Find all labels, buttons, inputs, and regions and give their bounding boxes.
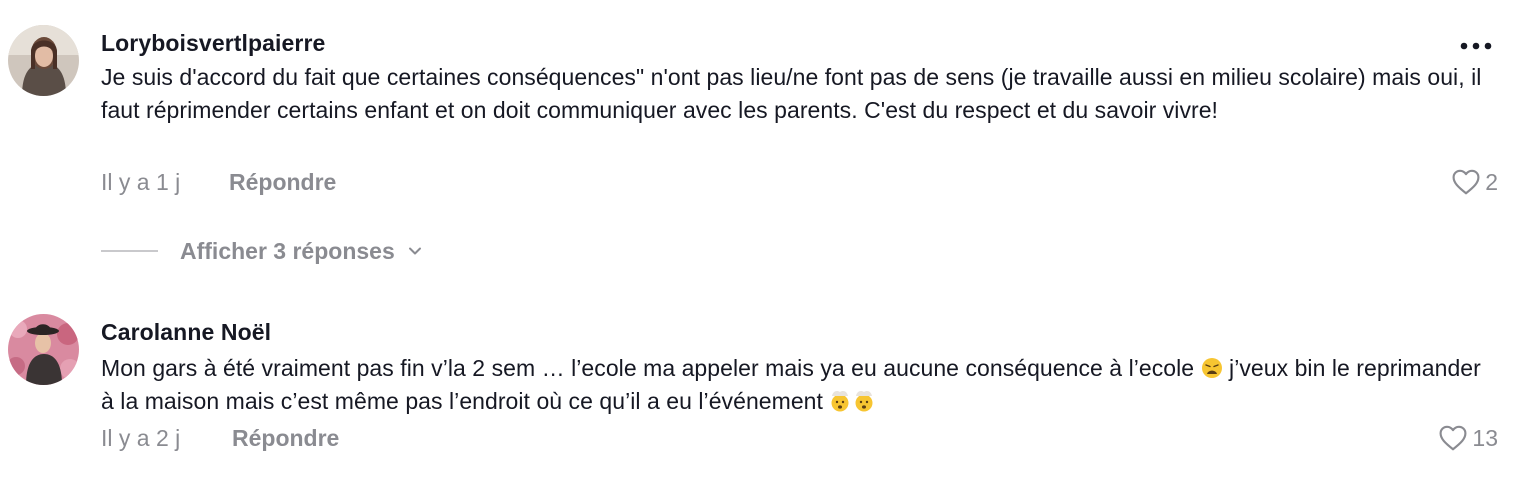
like-count: 13 bbox=[1472, 424, 1498, 451]
avatar[interactable] bbox=[8, 314, 79, 385]
comment-timestamp: Il y a 2 j bbox=[101, 425, 181, 451]
like-count: 2 bbox=[1485, 168, 1498, 195]
weary-face-emoji bbox=[1201, 358, 1222, 378]
comment-timestamp: Il y a 1 j bbox=[101, 169, 181, 195]
more-horizontal-icon bbox=[1460, 42, 1492, 50]
reply-button[interactable]: Répondre bbox=[229, 167, 336, 197]
comment-meta: Il y a 1 j Répondre bbox=[101, 167, 336, 197]
comment-meta: Il y a 2 j Répondre bbox=[101, 423, 339, 453]
divider-line bbox=[101, 250, 158, 252]
avatar[interactable] bbox=[8, 25, 79, 96]
view-replies-label: Afficher 3 réponses bbox=[180, 237, 395, 264]
exploding-head-emoji bbox=[831, 391, 873, 412]
reply-button[interactable]: Répondre bbox=[232, 423, 339, 453]
like-button[interactable]: 13 bbox=[1438, 423, 1498, 453]
view-replies-button[interactable]: Afficher 3 réponses bbox=[101, 236, 423, 266]
comment-text: Mon gars à été vraiment pas fin v’la 2 s… bbox=[101, 352, 1491, 418]
comment-item: Carolanne Noël Mon gars à été vraiment p… bbox=[0, 300, 1522, 480]
comment-text: Je suis d'accord du fait que certaines c… bbox=[101, 64, 1482, 123]
heart-outline-icon bbox=[1439, 425, 1467, 451]
comment-username[interactable]: Loryboisvertlpaierre bbox=[101, 28, 1491, 58]
comment-username[interactable]: Carolanne Noël bbox=[101, 317, 1491, 347]
comment-item: Loryboisvertlpaierre Je suis d'accord du… bbox=[0, 0, 1522, 230]
comment-text-part: Mon gars à été vraiment pas fin v’la 2 s… bbox=[101, 355, 1195, 381]
like-button[interactable]: 2 bbox=[1451, 167, 1498, 197]
more-options-button[interactable] bbox=[1458, 36, 1494, 56]
chevron-down-icon bbox=[408, 247, 421, 255]
heart-outline-icon bbox=[1452, 169, 1480, 195]
